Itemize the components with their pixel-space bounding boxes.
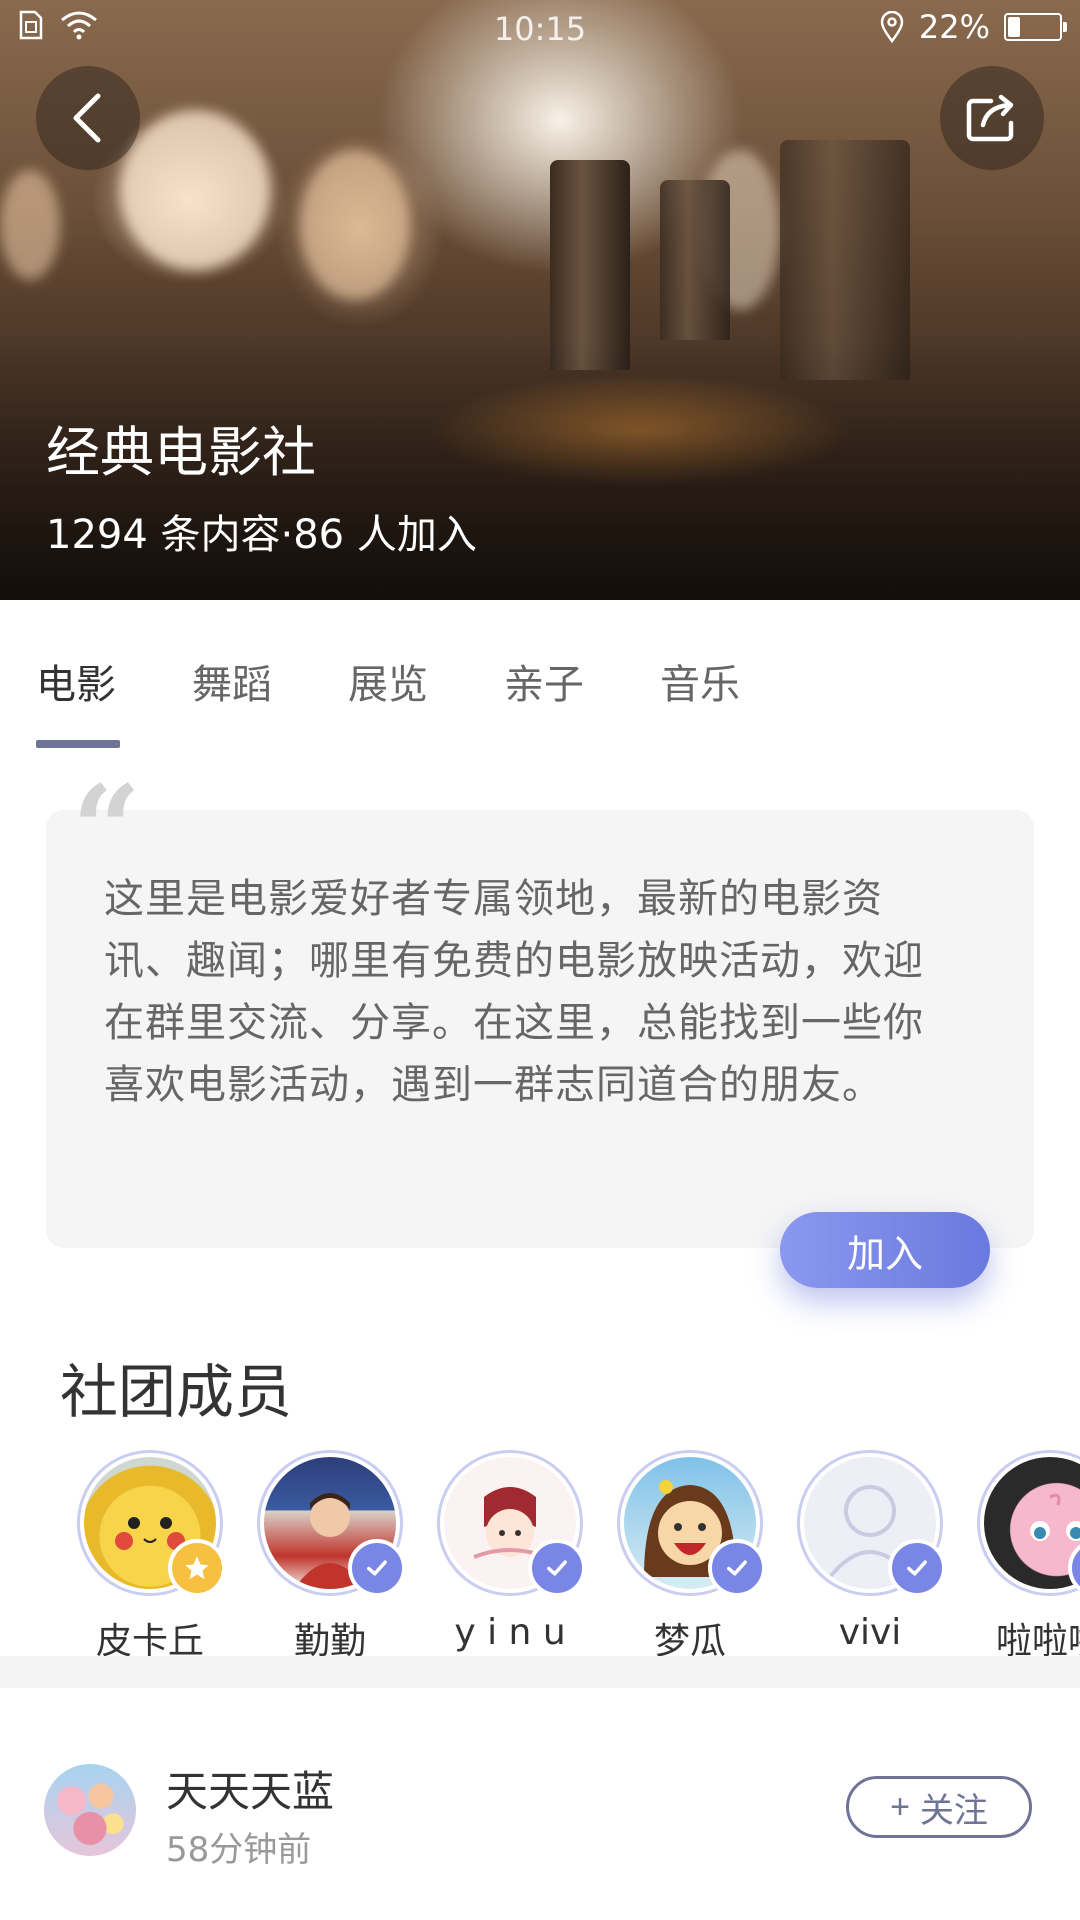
- tab-dance[interactable]: 舞蹈: [192, 652, 272, 710]
- member-item[interactable]: 啦啦啦: [960, 1450, 1080, 1664]
- follow-button[interactable]: + 关注: [846, 1776, 1032, 1838]
- tab-exhibition[interactable]: 展览: [348, 652, 428, 710]
- status-right: 22%: [879, 8, 1067, 46]
- member-item[interactable]: y i n u: [420, 1450, 600, 1653]
- avatar: [977, 1450, 1080, 1597]
- post-author-avatar[interactable]: [44, 1764, 136, 1856]
- member-item[interactable]: 梦瓜: [600, 1450, 780, 1664]
- avatar: [437, 1450, 586, 1597]
- share-icon: [966, 94, 1014, 142]
- post-timestamp: 58分钟前: [166, 1830, 312, 1870]
- battery-icon: [1004, 13, 1067, 41]
- bokeh-light: [300, 150, 410, 300]
- jigglypuff-avatar-image: [984, 1457, 1080, 1589]
- post-author-name[interactable]: 天天天蓝: [166, 1758, 334, 1819]
- bokeh-light: [120, 110, 270, 270]
- member-list[interactable]: 皮卡丘 勤勤 y i n u 梦瓜 vivi 啦啦: [0, 1450, 1080, 1662]
- member-item[interactable]: 皮卡丘: [60, 1450, 240, 1664]
- category-tabs: 电影 舞蹈 展览 亲子 音乐: [0, 600, 1080, 750]
- battery-percent: 22%: [918, 8, 990, 46]
- avatar: [257, 1450, 406, 1597]
- share-button[interactable]: [940, 66, 1044, 170]
- chevron-left-icon: [73, 93, 101, 143]
- tab-music[interactable]: 音乐: [660, 652, 740, 710]
- verified-check-icon: [888, 1539, 946, 1597]
- member-name: vivi: [838, 1612, 902, 1653]
- verified-check-icon: [708, 1539, 766, 1597]
- film-canister: [660, 180, 730, 340]
- members-title: 社团成员: [60, 1358, 293, 1426]
- section-divider: [0, 1656, 1080, 1688]
- avatar: [617, 1450, 766, 1597]
- member-name: y i n u: [454, 1612, 566, 1653]
- club-title: 经典电影社: [46, 421, 316, 484]
- back-button[interactable]: [36, 66, 140, 170]
- battery-level: [1008, 17, 1020, 37]
- film-canister: [550, 160, 630, 370]
- club-description: 这里是电影爱好者专属领地，最新的电影资讯、趣闻；哪里有免费的电影放映活动，欢迎在…: [104, 876, 924, 1108]
- avatar: [77, 1450, 226, 1597]
- status-bar: 10:15 22%: [0, 0, 1080, 56]
- plus-icon: +: [890, 1787, 910, 1826]
- club-cover-image: 10:15 22% 经典电影社 1294 条内容·86 人加入: [0, 0, 1080, 600]
- star-badge-icon: [168, 1539, 226, 1597]
- active-tab-indicator: [36, 740, 120, 748]
- location-icon: [880, 11, 904, 43]
- club-description-card: 这里是电影爱好者专属领地，最新的电影资讯、趣闻；哪里有免费的电影放映活动，欢迎在…: [46, 810, 1034, 1248]
- verified-check-icon: [528, 1539, 586, 1597]
- avatar: [797, 1450, 946, 1597]
- member-item[interactable]: vivi: [780, 1450, 960, 1653]
- member-item[interactable]: 勤勤: [240, 1450, 420, 1664]
- follow-label: 关注: [919, 1791, 988, 1830]
- jigglypuff-face: [1030, 1493, 1080, 1541]
- verified-check-icon: [348, 1539, 406, 1597]
- tab-parent-child[interactable]: 亲子: [504, 652, 584, 710]
- club-stats: 1294 条内容·86 人加入: [46, 512, 477, 558]
- quote-icon: “: [72, 759, 142, 900]
- tab-movie[interactable]: 电影: [36, 652, 116, 710]
- bokeh-light: [0, 170, 60, 280]
- join-button[interactable]: 加入: [780, 1212, 990, 1288]
